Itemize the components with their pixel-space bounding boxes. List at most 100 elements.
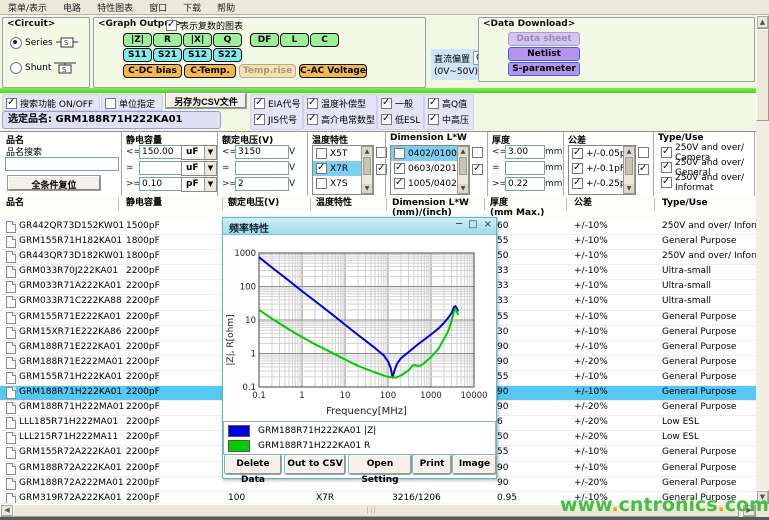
filter-value-input[interactable]	[505, 177, 545, 191]
save-csv-button[interactable]: 另存为CSV文件	[166, 93, 246, 108]
dimension-apply-checkbox[interactable]	[472, 164, 483, 175]
special-button-c-temp-[interactable]: C-Temp.	[184, 64, 236, 78]
checkbox-option-中高压[interactable]: 中高压	[425, 110, 473, 126]
list-scroll-thumb[interactable]	[363, 157, 371, 175]
item-checkbox[interactable]	[661, 162, 672, 173]
popup-titlebar[interactable]: 频率特性 ─ □ ×	[223, 218, 496, 235]
filter-value-input[interactable]	[139, 177, 183, 191]
高Q值-checkbox[interactable]	[428, 98, 439, 109]
graph-param-button-r[interactable]: R	[153, 33, 182, 47]
unit-dropdown[interactable]: uF▼	[181, 145, 217, 160]
unit-dropdown[interactable]: pF▼	[181, 177, 217, 192]
popup-button-image[interactable]: Image	[453, 455, 496, 474]
item-checkbox[interactable]	[572, 178, 583, 189]
graph-param-button-df[interactable]: DF	[250, 33, 279, 47]
checkbox-option-EIA代号[interactable]: EIA代号	[251, 95, 302, 110]
filter-value-input[interactable]	[505, 161, 545, 175]
scroll-up-icon[interactable]: ▲	[756, 15, 769, 29]
graph-param-button-l[interactable]: L	[280, 33, 309, 47]
一般-checkbox[interactable]	[381, 98, 392, 109]
checkbox-option-低ESL[interactable]: 低ESL	[378, 110, 423, 126]
minimize-icon[interactable]: ─	[456, 219, 462, 230]
menu-item-2[interactable]: 特性图表	[89, 0, 141, 15]
list-scroll-up-icon[interactable]: ▲	[362, 147, 372, 156]
column-header-volt[interactable]: 额定电压(V)	[228, 198, 279, 208]
filter-value-input[interactable]	[235, 145, 289, 159]
item-checkbox[interactable]	[394, 178, 405, 189]
中高压-checkbox[interactable]	[428, 114, 439, 125]
温度补偿型-checkbox[interactable]	[307, 98, 318, 109]
tolerance-selectall-checkbox[interactable]	[638, 147, 649, 158]
filter-value-input[interactable]	[235, 177, 289, 191]
menu-item-1[interactable]: 电路	[55, 0, 89, 15]
popup-button-print[interactable]: Print	[413, 455, 451, 474]
popup-button-out-to-csv[interactable]: Out to CSV	[285, 455, 345, 474]
item-checkbox[interactable]	[316, 178, 327, 189]
filter-value-input[interactable]	[139, 161, 183, 175]
dropdown-arrow-icon[interactable]: ▼	[204, 146, 216, 159]
unit-spec-checkbox[interactable]	[105, 98, 116, 109]
JIS代号-checkbox[interactable]	[254, 114, 265, 125]
menu-item-0[interactable]: 菜单/表示	[0, 0, 55, 15]
checkbox-option-一般[interactable]: 一般	[378, 95, 423, 110]
item-checkbox[interactable]	[661, 147, 672, 158]
column-header-dim[interactable]: Dimension L*W (mm)/(inch)	[392, 198, 469, 218]
popup-button-open-setting[interactable]: Open Setting	[349, 455, 411, 474]
list-scroll-thumb[interactable]	[459, 157, 467, 175]
s-param-button-s12[interactable]: S12	[183, 48, 212, 62]
popup-button-delete-data[interactable]: Delete Data	[225, 455, 281, 474]
column-header-cap[interactable]: 静电容量	[126, 198, 162, 208]
download-button-s-parameter[interactable]: S-parameter	[508, 62, 580, 76]
search-toggle-checkbox[interactable]	[6, 98, 17, 109]
list-scroll-up-icon[interactable]: ▲	[624, 147, 634, 156]
maximize-icon[interactable]: □	[468, 219, 477, 230]
graph-param-button-x[interactable]: |X|	[183, 33, 212, 47]
special-button-c-ac-voltage[interactable]: C-AC Voltage	[299, 64, 367, 78]
column-header-use[interactable]: Type/Use	[662, 198, 708, 208]
series-radio[interactable]	[10, 37, 22, 49]
s-param-button-s11[interactable]: S11	[123, 48, 152, 62]
item-checkbox[interactable]	[394, 163, 405, 174]
column-header-thick[interactable]: 厚度 (mm Max.)	[490, 198, 544, 218]
show-complex-option[interactable]: 表示复数的图表	[166, 19, 243, 32]
item-checkbox[interactable]	[572, 163, 583, 174]
checkbox-option-JIS代号[interactable]: JIS代号	[251, 110, 302, 126]
list-scrollbar[interactable]: ▲▼	[623, 146, 635, 194]
checkbox-option-温度补偿型[interactable]: 温度补偿型	[304, 95, 376, 110]
search-toggle-option[interactable]: 搜索功能 ON/OFF	[3, 95, 99, 110]
list-scroll-down-icon[interactable]: ▼	[362, 184, 372, 193]
scroll-left-icon[interactable]: ◀	[0, 504, 14, 517]
高介电常数型-checkbox[interactable]	[307, 114, 318, 125]
list-scrollbar[interactable]: ▲▼	[361, 146, 373, 194]
dimension-selectall-checkbox[interactable]	[472, 147, 483, 158]
vertical-scrollbar[interactable]: ▲ ▼	[756, 15, 769, 504]
tolerance-apply-checkbox[interactable]	[638, 164, 649, 175]
column-header-name[interactable]: 品名	[6, 198, 24, 208]
item-checkbox[interactable]	[316, 148, 327, 159]
series-option[interactable]: Series S	[10, 36, 78, 49]
s-param-button-s21[interactable]: S21	[153, 48, 182, 62]
dropdown-arrow-icon[interactable]: ▼	[204, 162, 216, 175]
checkbox-option-高Q值[interactable]: 高Q值	[425, 95, 473, 110]
dropdown-arrow-icon[interactable]: ▼	[204, 178, 216, 191]
checkbox-option-高介电常数型[interactable]: 高介电常数型	[304, 110, 376, 126]
filter-value-input[interactable]	[505, 145, 545, 159]
shunt-radio[interactable]	[10, 62, 22, 74]
unit-spec-option[interactable]: 单位指定	[102, 95, 162, 110]
vertical-scroll-thumb[interactable]	[756, 29, 769, 121]
part-search-input[interactable]	[5, 157, 119, 171]
list-scroll-thumb[interactable]	[625, 157, 633, 175]
item-checkbox[interactable]	[394, 148, 405, 159]
filter-value-input[interactable]	[139, 145, 183, 159]
unit-dropdown[interactable]: uF▼	[181, 161, 217, 176]
menu-item-3[interactable]: 窗口	[141, 0, 175, 15]
list-scrollbar[interactable]: ▲▼	[457, 146, 469, 194]
menu-item-4[interactable]: 下载	[175, 0, 209, 15]
show-complex-checkbox[interactable]	[166, 20, 177, 31]
special-button-c-dc-bias[interactable]: C-DC bias	[123, 64, 182, 78]
menu-item-5[interactable]: 帮助	[209, 0, 243, 15]
s-param-button-s22[interactable]: S22	[213, 48, 242, 62]
close-icon[interactable]: ×	[484, 219, 492, 230]
低ESL-checkbox[interactable]	[381, 114, 392, 125]
graph-param-button-z[interactable]: |Z|	[123, 33, 152, 47]
